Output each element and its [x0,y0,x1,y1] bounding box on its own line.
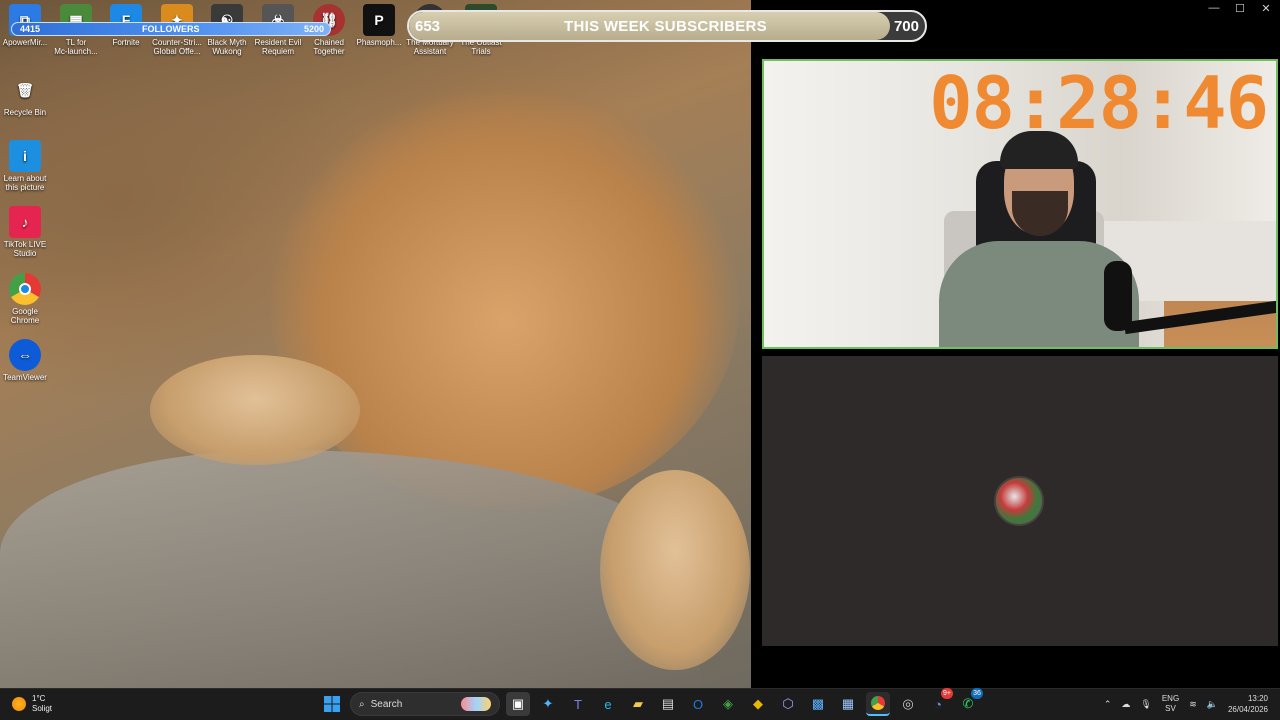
followers-goal: 5200 [303,24,324,34]
desktop-icon-label: Google Chrome [10,307,40,325]
followers-current: 4415 [20,24,41,34]
phasmophobia-icon: P [363,4,395,36]
photos-icon[interactable]: ▩ [806,692,830,716]
desktop-icon-label: Resident Evil Requiem [254,38,302,56]
chevron-up-icon[interactable]: ⌃ [1104,699,1112,710]
lion-paw-right [600,470,750,670]
microphone-icon[interactable]: 🎙 [1140,699,1151,710]
webcam-feed: 08:28:46 [762,59,1278,349]
language-primary: ENG [1161,694,1180,703]
task-view-icon[interactable]: ▣ [506,692,530,716]
close-button[interactable]: ✕ [1260,2,1272,15]
followers-label: FOLLOWERS [142,24,200,34]
maximize-button[interactable]: ☐ [1234,2,1246,15]
desktop-icon-teamviewer[interactable]: ⇔ TeamViewer [0,339,50,382]
start-button[interactable] [320,692,344,716]
subscribers-goal-bar: 653 THIS WEEK SUBSCRIBERS 700 [407,10,927,42]
desktop-icon-label: Chained Together [313,38,345,56]
language-indicator[interactable]: ENG SV [1162,694,1179,714]
volume-icon[interactable]: 🔈 [1207,699,1218,710]
minimize-button[interactable]: — [1208,2,1220,15]
store-icon[interactable]: ▤ [656,692,680,716]
whatsapp-icon[interactable]: ✆ 36 [956,688,983,716]
desktop-icon-label: Recycle Bin [3,108,47,117]
desktop-icon-label: TeamViewer [3,373,47,382]
lion-cub-image [270,90,740,510]
system-tray: ⌃ ☁ 🎙 ENG SV ≋ 🔈 13:20 26/04/2026 [1104,693,1268,715]
sun-icon [12,697,26,711]
teams-icon[interactable]: T [566,692,590,716]
taskbar: 1°C Soligt ⌕ Search ▣ ✦ T e ▰ ▤ O ◈ ◆ ⬡ … [0,688,1280,720]
copilot-icon[interactable]: ✦ [536,692,560,716]
file-explorer-icon[interactable]: ▰ [626,692,650,716]
learn-about-picture-icon: i [9,140,41,172]
desktop-icon-label: TL for Mc-launch... [54,38,98,56]
desktop-icon-label: Phasmoph... [356,38,402,47]
desktop-wallpaper [0,0,751,710]
screen: — ☐ ✕ 08:28:46 ⧉ ApowerMir... ▦ TL for M… [0,0,1280,720]
search-highlight-icon [461,697,491,711]
window-controls: — ☐ ✕ [1208,2,1272,15]
desktop-icon-label: TikTok LIVE Studio [3,240,47,258]
whatsapp-badge: 36 [971,688,983,699]
clock[interactable]: 13:20 26/04/2026 [1228,693,1268,715]
cam-microphone [1104,261,1132,331]
desktop-icon-chrome[interactable]: Google Chrome [0,273,50,325]
subscribers-current: 653 [415,18,441,35]
teamviewer-icon: ⇔ [9,339,41,371]
taskbar-search[interactable]: ⌕ Search [350,692,500,716]
desktop-icon-label: Fortnite [112,38,140,47]
followers-goal-bar: 4415 FOLLOWERS 5200 [11,22,331,36]
edge-icon[interactable]: e [596,692,620,716]
stream-timer: 08:28:46 [929,61,1269,145]
search-label: Search [370,698,403,710]
outlook-icon[interactable]: O [686,692,710,716]
desktop-icon-label: ApowerMir... [2,38,48,47]
taskbar-apps: ⌕ Search ▣ ✦ T e ▰ ▤ O ◈ ◆ ⬡ ▩ ▦ ◎ ◔ 9+ … [320,688,983,716]
desktop-icon-phasmophobia[interactable]: P Phasmoph... [354,4,404,47]
avatar [994,476,1044,526]
weather-description: Soligt [32,704,53,713]
discord-badge: 9+ [941,688,953,699]
windows-icon [324,696,340,712]
tiktok-icon: ♪ [9,206,41,238]
desktop-icon-label: Counter-Stri... Global Offe... [152,38,202,56]
desktop-icon-label: Black Myth Wukong [207,38,247,56]
shield-icon[interactable]: ◈ [716,692,740,716]
wifi-icon[interactable]: ≋ [1189,699,1197,710]
search-icon: ⌕ [359,698,365,710]
chat-panel [762,356,1278,646]
lion-paw-left [150,355,360,465]
chrome-icon [9,273,41,305]
discord-icon[interactable]: ◔ 9+ [926,688,953,716]
subscribers-goal: 700 [893,18,919,35]
desktop-icon-label: Learn about this picture [3,174,47,192]
vpn-icon[interactable]: ⬡ [776,692,800,716]
clock-time: 13:20 [1247,694,1268,703]
nvidia-icon[interactable]: ◆ [746,692,770,716]
desktop-icon-learn-picture[interactable]: i Learn about this picture [0,140,50,192]
recycle-bin-icon: 🗑 [16,81,34,98]
cloud-icon[interactable]: ☁ [1121,699,1130,710]
desktop-icon-tiktok[interactable]: ♪ TikTok LIVE Studio [0,206,50,258]
weather-widget[interactable]: 1°C Soligt [12,694,52,714]
subscribers-label: THIS WEEK SUBSCRIBERS [564,18,767,35]
chrome-taskbar-icon[interactable] [866,692,890,716]
desktop-icon-recycle-bin[interactable]: 🗑 Recycle Bin [0,74,50,118]
capture-icon[interactable]: ▦ [836,692,860,716]
obs-icon[interactable]: ◎ [896,692,920,716]
weather-temperature: 1°C [32,694,46,703]
language-secondary: SV [1165,704,1176,713]
clock-date: 26/04/2026 [1227,705,1268,714]
